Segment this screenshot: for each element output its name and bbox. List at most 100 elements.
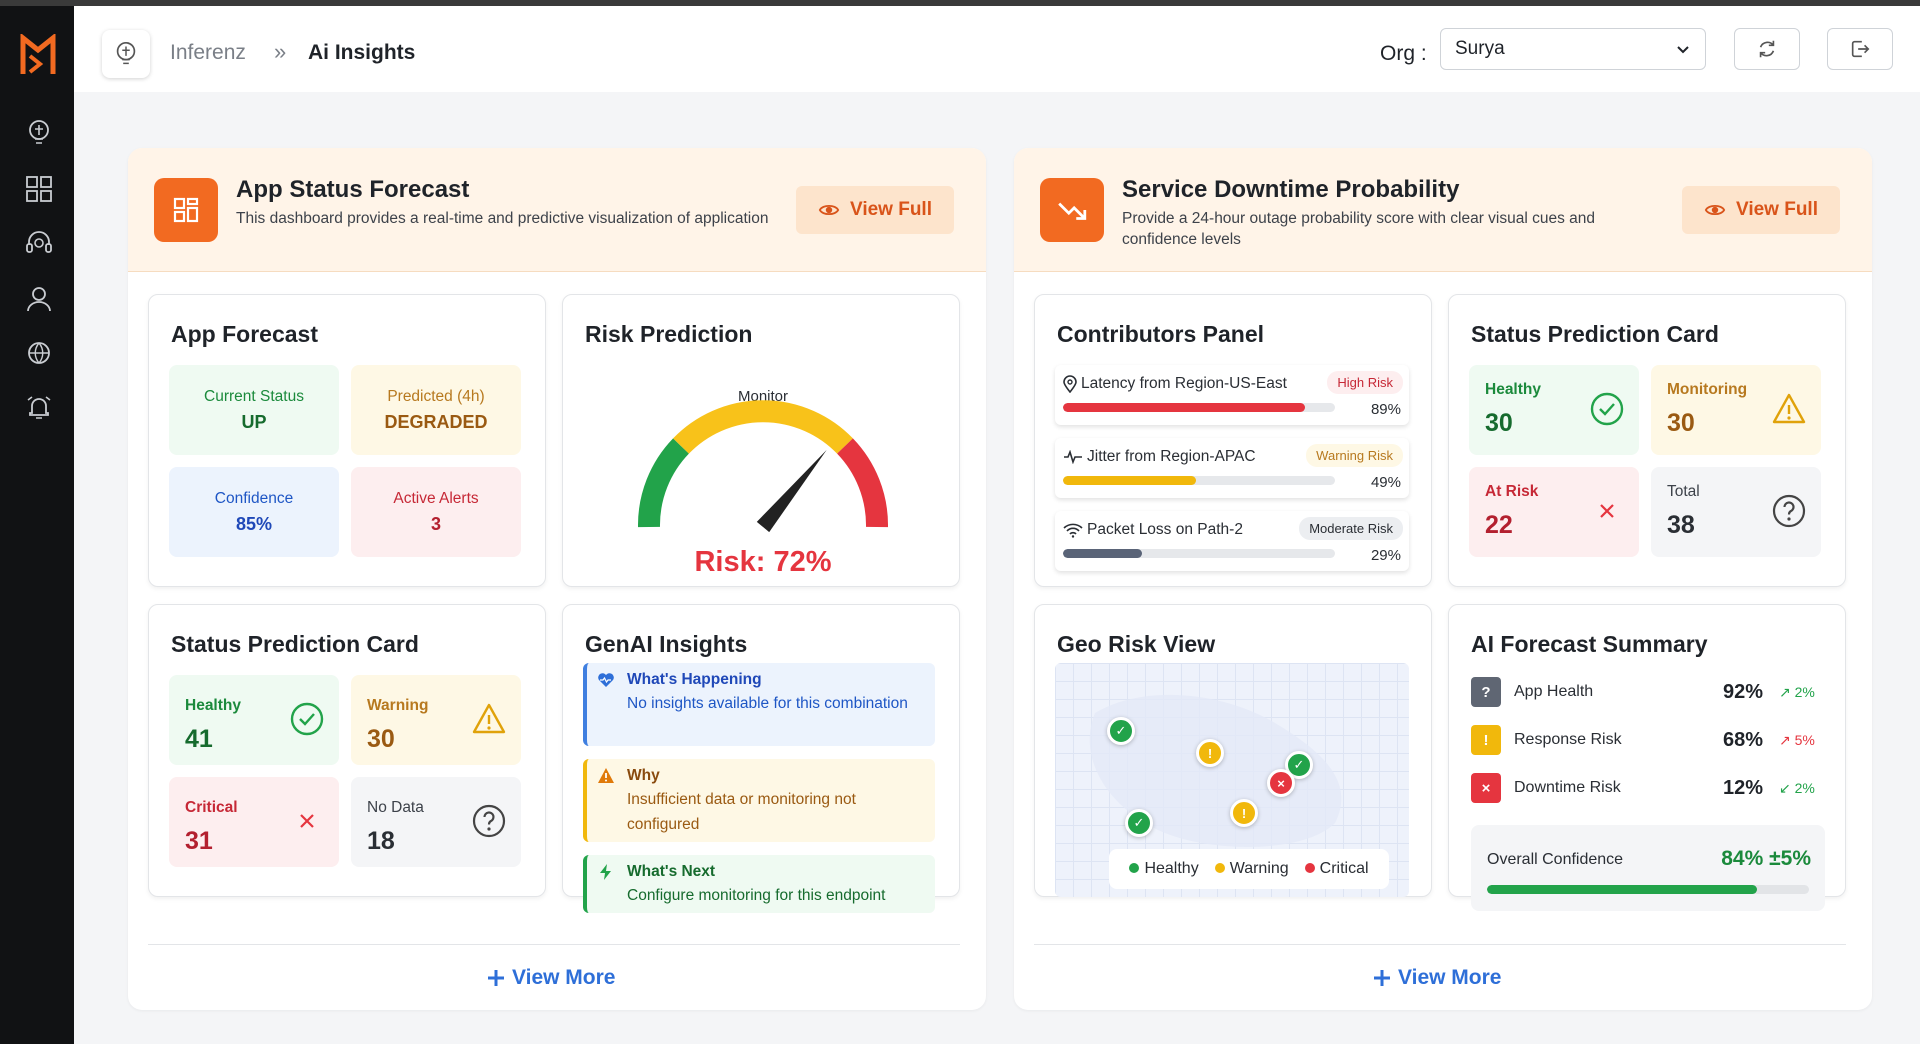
check-circle-icon xyxy=(1590,392,1624,426)
view-more-button[interactable]: View More xyxy=(1372,966,1501,990)
check-circle-icon xyxy=(290,702,324,736)
sidebar-item-ai-insights[interactable] xyxy=(24,118,54,148)
chevron-down-icon xyxy=(1677,46,1689,54)
refresh-button[interactable] xyxy=(1734,28,1800,70)
panel-divider xyxy=(148,944,960,945)
map-marker-warning[interactable]: ! xyxy=(1230,799,1258,827)
contributor-item[interactable]: Jitter from Region-APAC Warning Risk 49% xyxy=(1055,438,1409,498)
insight-text: Insufficient data or monitoring not conf… xyxy=(627,791,856,833)
sidebar-item-alerts[interactable] xyxy=(24,392,54,422)
confidence-tile: Confidence 85% xyxy=(169,467,339,557)
view-full-label: View Full xyxy=(1735,199,1818,220)
tile-value: UP xyxy=(241,411,267,432)
logout-button[interactable] xyxy=(1827,28,1893,70)
tile-value: 85% xyxy=(235,513,273,534)
user-icon xyxy=(27,287,51,312)
map-marker-healthy[interactable]: ✓ xyxy=(1125,809,1153,837)
tile-value: 30 xyxy=(1485,409,1513,437)
question-circle-icon xyxy=(1772,494,1806,528)
tile-label: Current Status xyxy=(204,387,304,405)
sidebar-item-support[interactable] xyxy=(24,228,54,258)
view-full-button[interactable]: View Full xyxy=(796,186,954,234)
card-title: GenAI Insights xyxy=(585,631,748,657)
panel-title: Service Downtime Probability xyxy=(1122,176,1460,203)
tile-label: Healthy xyxy=(1485,381,1541,398)
sidebar-item-dashboard[interactable] xyxy=(24,174,54,204)
risk-badge: Moderate Risk xyxy=(1299,517,1403,540)
forecast-label: Downtime Risk xyxy=(1514,779,1621,796)
map-marker-healthy[interactable]: ✓ xyxy=(1107,717,1135,745)
geo-map[interactable]: ✓ ! ✓ × ✓ ! Healthy Warning Critical xyxy=(1055,663,1409,897)
heart-pulse-icon xyxy=(598,673,614,687)
status-prediction-card: Status Prediction Card Healthy 41 Warnin… xyxy=(148,604,546,897)
contributor-label: Jitter from Region-APAC xyxy=(1087,448,1256,465)
tile-label: Healthy xyxy=(185,697,241,714)
view-more-button[interactable]: View More xyxy=(486,966,615,990)
gauge-segment-high xyxy=(836,438,889,528)
contributors-card: Contributors Panel Latency from Region-U… xyxy=(1034,294,1432,587)
panel-divider xyxy=(1034,944,1846,945)
legend-warning: Warning xyxy=(1214,860,1289,878)
at-risk-tile: At Risk 22 xyxy=(1469,467,1639,557)
org-selected-value: Surya xyxy=(1455,38,1505,59)
tile-label: Warning xyxy=(367,697,429,714)
breadcrumb-root[interactable]: Inferenz xyxy=(170,41,246,65)
card-title: AI Forecast Summary xyxy=(1471,631,1708,657)
tile-label: Total xyxy=(1667,483,1700,500)
forecast-label: Response Risk xyxy=(1514,731,1622,748)
org-select[interactable]: Surya xyxy=(1440,28,1706,70)
insight-text: Configure monitoring for this endpoint xyxy=(627,887,886,904)
eye-icon xyxy=(1704,204,1726,216)
panel-description: Provide a 24-hour outage probability sco… xyxy=(1122,210,1596,248)
forecast-value: 92% xyxy=(1723,681,1764,703)
sidebar-item-globe[interactable] xyxy=(24,338,54,368)
total-tile: Total 38 xyxy=(1651,467,1821,557)
tile-value: 41 xyxy=(185,725,213,753)
breadcrumb-separator: » xyxy=(274,39,287,64)
question-circle-icon xyxy=(472,804,506,838)
ai-forecast-summary-card: AI Forecast Summary ? App Health 92% ↗ 2… xyxy=(1448,604,1846,911)
insight-whats-next: What's Next Configure monitoring for thi… xyxy=(583,855,935,913)
eye-icon xyxy=(818,204,840,216)
forecast-value: 12% xyxy=(1723,777,1764,799)
refresh-icon xyxy=(1759,40,1775,58)
location-pin-icon xyxy=(1063,375,1077,393)
risk-text: Risk: 72% xyxy=(694,546,831,578)
forecast-row-response-risk: ! Response Risk 68% ↗ 5% xyxy=(1471,723,1825,755)
view-full-button[interactable]: View Full xyxy=(1682,186,1840,234)
close-icon xyxy=(300,814,314,828)
question-icon: ? xyxy=(1471,677,1501,707)
contributor-bar-fill xyxy=(1063,476,1197,485)
map-marker-warning[interactable]: ! xyxy=(1196,739,1224,767)
healthy-tile: Healthy 30 xyxy=(1469,365,1639,455)
grid-icon xyxy=(26,176,52,202)
card-title: Status Prediction Card xyxy=(171,631,419,657)
monitoring-tile: Monitoring 30 xyxy=(1651,365,1821,455)
genai-insights-card: GenAI Insights What's Happening No insig… xyxy=(562,604,960,913)
confidence-value: 84% ±5% xyxy=(1721,847,1811,870)
insight-title: What's Next xyxy=(627,863,716,880)
confidence-bar-fill xyxy=(1487,885,1758,894)
brand-logo[interactable] xyxy=(20,32,56,76)
contributor-item[interactable]: Latency from Region-US-East High Risk 89… xyxy=(1055,365,1409,425)
predicted-status-tile: Predicted (4h) DEGRADED xyxy=(351,365,521,455)
view-more-label: View More xyxy=(1398,966,1502,989)
tile-label: Monitoring xyxy=(1667,381,1748,398)
card-title: Status Prediction Card xyxy=(1471,321,1719,347)
globe-headset-icon xyxy=(28,342,50,364)
overall-confidence: Overall Confidence 84% ±5% xyxy=(1471,825,1825,911)
sidebar-item-users[interactable] xyxy=(24,284,54,314)
card-title: Contributors Panel xyxy=(1057,321,1265,347)
view-more-label: View More xyxy=(512,966,616,989)
gauge-needle xyxy=(756,449,827,533)
card-title: App Forecast xyxy=(171,321,318,347)
logout-icon xyxy=(1851,40,1870,58)
warning-tile: Warning 30 xyxy=(351,675,521,765)
breadcrumb-current: Ai Insights xyxy=(308,41,416,64)
gauge-segment-medium xyxy=(673,400,853,454)
confidence-label: Overall Confidence xyxy=(1487,851,1624,868)
map-marker-critical[interactable]: × xyxy=(1267,769,1295,797)
contributor-bar xyxy=(1063,476,1335,485)
ai-insights-badge[interactable] xyxy=(102,30,150,78)
contributor-item[interactable]: Packet Loss on Path-2 Moderate Risk 29% xyxy=(1055,511,1409,571)
